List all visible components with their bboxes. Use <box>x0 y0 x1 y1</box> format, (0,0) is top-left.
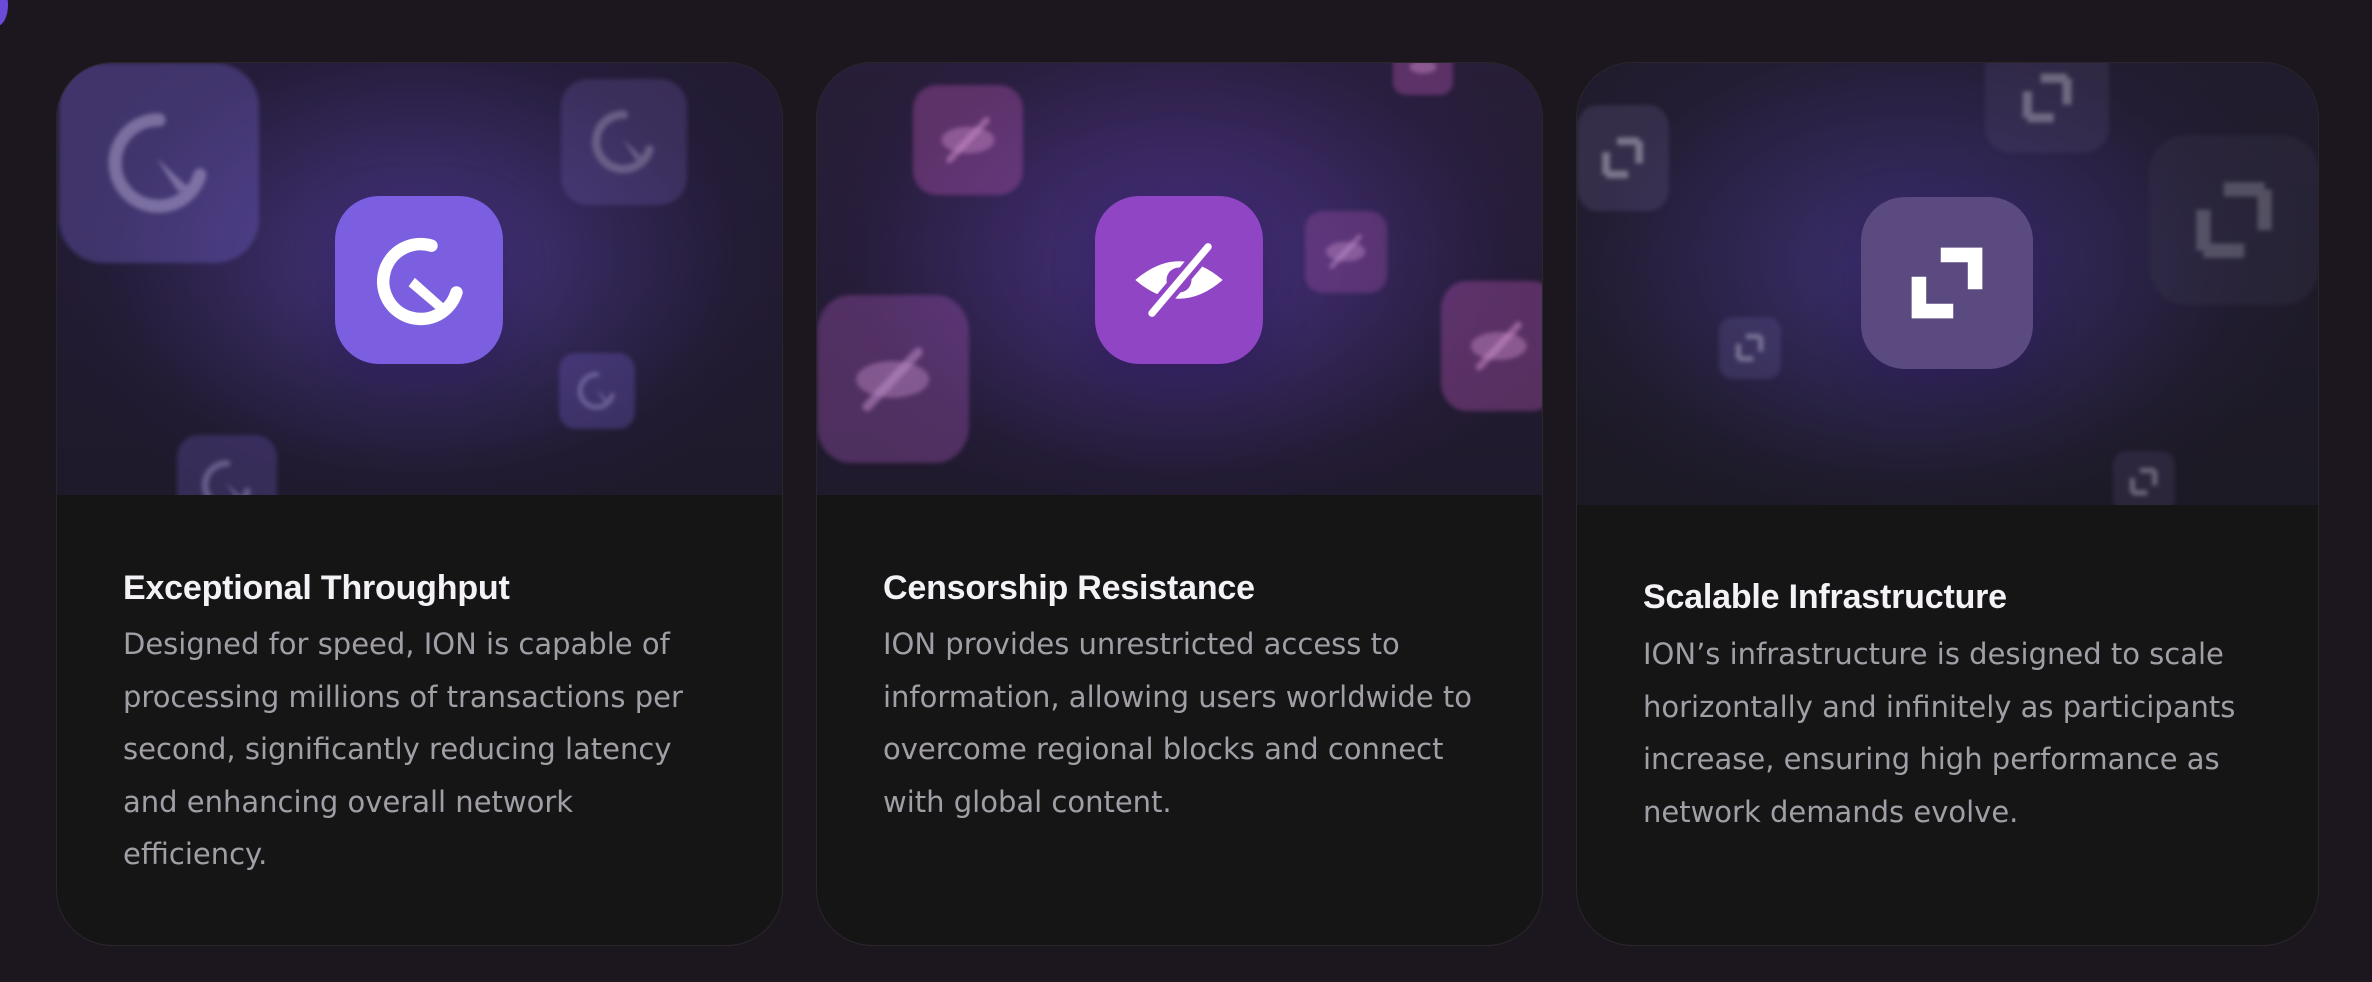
eye-off-icon <box>913 85 1023 195</box>
card-title: Scalable Infrastructure <box>1643 578 2007 616</box>
card-hero <box>57 63 782 495</box>
expand-icon <box>1577 105 1669 211</box>
card-hero <box>1577 63 2318 505</box>
eye-off-icon <box>817 295 969 463</box>
eye-off-icon <box>1305 211 1387 293</box>
corner-accent-dot <box>0 0 8 26</box>
eye-off-icon <box>1095 196 1263 364</box>
feature-card-censorship: Censorship Resistance ION provides unres… <box>816 62 1543 946</box>
eye-off-icon <box>1393 63 1453 95</box>
speedometer-icon <box>559 353 635 429</box>
expand-icon <box>1985 63 2109 153</box>
speedometer-icon <box>177 435 277 495</box>
card-description: Designed for speed, ION is capable of pr… <box>123 627 683 871</box>
card-title: Exceptional Throughput <box>123 569 510 607</box>
eye-off-icon <box>1441 281 1542 411</box>
expand-icon <box>1861 197 2033 369</box>
expand-icon <box>1719 317 1781 379</box>
speedometer-icon <box>335 196 503 364</box>
feature-card-scalability: Scalable Infrastructure ION’s infrastruc… <box>1576 62 2319 946</box>
card-hero <box>817 63 1542 495</box>
expand-icon <box>2113 451 2175 505</box>
speedometer-icon <box>59 63 259 263</box>
feature-card-throughput: Exceptional Throughput Designed for spee… <box>56 62 783 946</box>
expand-icon <box>2149 135 2318 305</box>
card-description: ION’s infrastructure is designed to scal… <box>1643 637 2236 829</box>
speedometer-icon <box>561 79 687 205</box>
card-title: Censorship Resistance <box>883 569 1255 607</box>
card-description: ION provides unrestricted access to info… <box>883 627 1473 819</box>
